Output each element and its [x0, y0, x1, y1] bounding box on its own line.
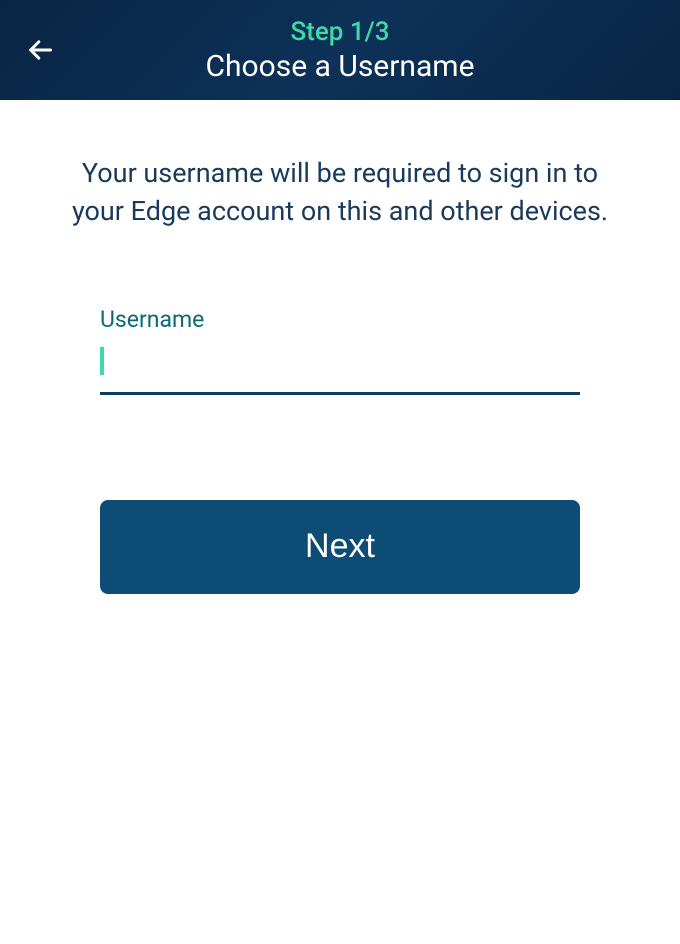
page-title: Choose a Username [206, 49, 475, 84]
input-wrapper [100, 341, 580, 395]
button-section: Next [50, 500, 630, 594]
input-section: Username [50, 306, 630, 395]
step-indicator: Step 1/3 [290, 17, 389, 47]
next-button[interactable]: Next [100, 500, 580, 594]
text-cursor-icon [100, 347, 104, 375]
back-button[interactable] [20, 30, 60, 70]
header: Step 1/3 Choose a Username [0, 0, 680, 100]
username-label: Username [100, 306, 580, 333]
username-input[interactable] [100, 341, 580, 388]
description-text: Your username will be required to sign i… [50, 155, 630, 231]
header-text-container: Step 1/3 Choose a Username [20, 17, 660, 84]
back-arrow-icon [26, 36, 54, 64]
content-area: Your username will be required to sign i… [0, 100, 680, 594]
